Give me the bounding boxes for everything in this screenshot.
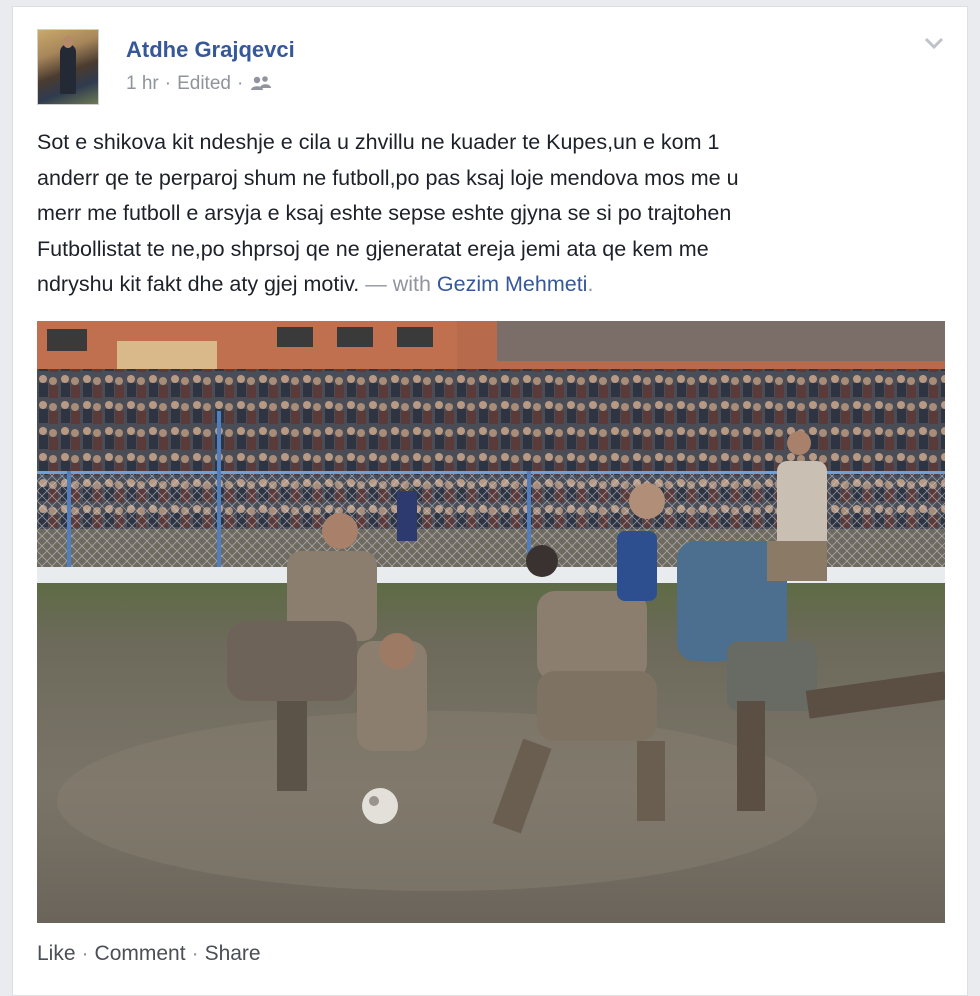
- post-card: Atdhe Grajqevci 1 hr · Edited · Sot e sh…: [12, 6, 968, 996]
- action-separator: ·: [191, 942, 199, 965]
- action-separator: ·: [81, 942, 89, 965]
- tagged-user-link[interactable]: Gezim Mehmeti: [437, 272, 588, 296]
- post-text-line: Futbollistat te ne,po shprsoj qe ne gjen…: [37, 236, 709, 261]
- share-button[interactable]: Share: [205, 942, 261, 966]
- like-button[interactable]: Like: [37, 942, 76, 966]
- post-text-line: merr me futboll e arsyja e ksaj eshte se…: [37, 201, 732, 225]
- post-actions: Like · Comment · Share: [37, 942, 261, 966]
- post-text-line: ndryshu kit fakt dhe aty gjej motiv.: [37, 272, 360, 296]
- post-text: Sot e shikova kit ndeshje e cila u zhvil…: [37, 125, 937, 303]
- post-time[interactable]: 1 hr: [126, 73, 159, 95]
- with-label: — with: [359, 272, 437, 296]
- avatar-figure: [60, 44, 76, 94]
- meta-separator: ·: [236, 73, 244, 94]
- edited-label[interactable]: Edited: [177, 73, 231, 95]
- post-photo[interactable]: [37, 321, 945, 923]
- comment-button[interactable]: Comment: [95, 942, 186, 966]
- author-avatar[interactable]: [37, 29, 99, 105]
- friends-icon[interactable]: [249, 75, 273, 93]
- tag-suffix: .: [587, 272, 594, 296]
- chevron-down-icon[interactable]: [923, 35, 945, 51]
- post-text-line: anderr qe te perparoj shum ne futboll,po…: [37, 165, 739, 190]
- avatar-head: [63, 36, 73, 48]
- post-meta: 1 hr · Edited ·: [126, 73, 273, 95]
- meta-separator: ·: [164, 73, 172, 94]
- post-text-last-line: ndryshu kit fakt dhe aty gjej motiv. — w…: [37, 267, 937, 303]
- author-name[interactable]: Atdhe Grajqevci: [126, 37, 295, 63]
- post-text-line: Sot e shikova kit ndeshje e cila u zhvil…: [37, 130, 720, 154]
